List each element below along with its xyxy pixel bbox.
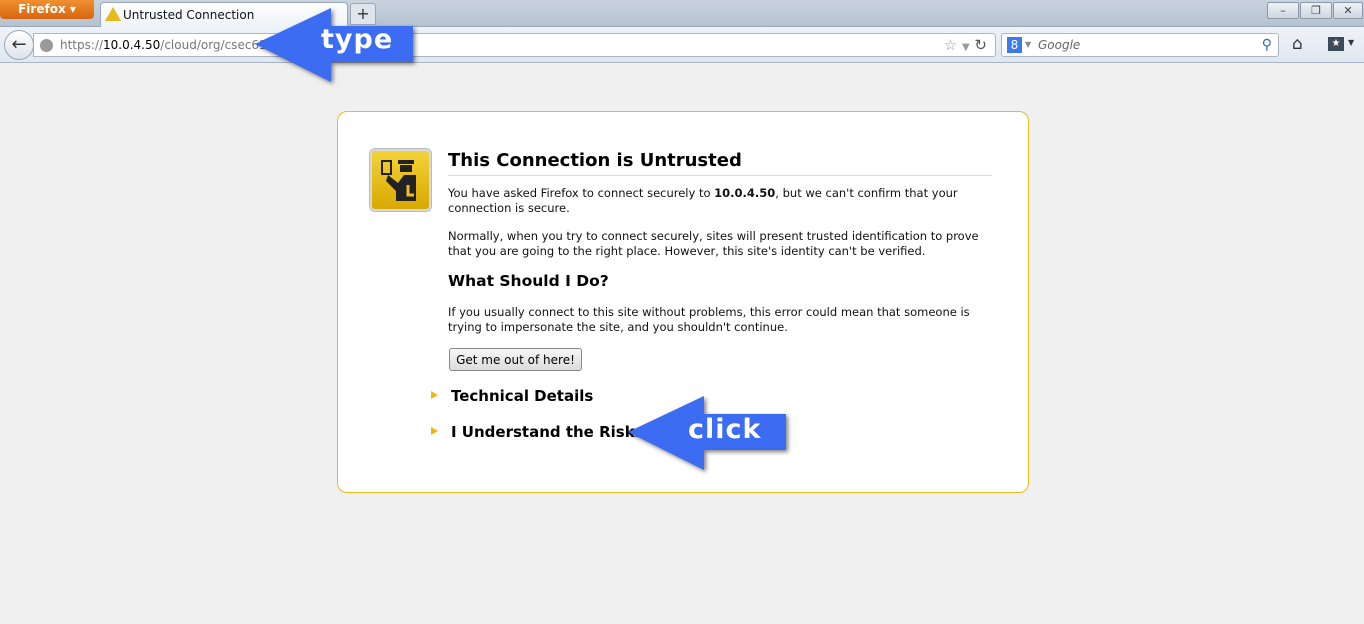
search-icon[interactable]: ⚲ (1262, 34, 1272, 56)
understand-risks-expander[interactable]: I Understand the Risks (431, 423, 644, 441)
tab-bar: Firefox ▾ Untrusted Connection + – ❐ ✕ (0, 0, 1364, 28)
expand-triangle-icon (431, 391, 438, 399)
restore-button[interactable]: ❐ (1300, 2, 1332, 19)
home-icon[interactable]: ⌂ (1292, 34, 1303, 54)
url-bar[interactable]: https://10.0.4.50/cloud/org/csec610 ☆ ▼ … (33, 33, 996, 57)
firefox-menu-button[interactable]: Firefox ▾ (0, 0, 94, 19)
warning-icon (105, 7, 121, 21)
bookmarks-icon[interactable]: ★ (1328, 37, 1344, 51)
google-icon[interactable]: 8 (1007, 37, 1022, 53)
tab-title: Untrusted Connection (123, 8, 255, 22)
bookmark-star-icon[interactable]: ☆ (944, 36, 957, 54)
section-heading: What Should I Do? (448, 272, 609, 290)
close-button[interactable]: ✕ (1333, 2, 1363, 19)
bookmarks-dropdown-icon[interactable]: ▼ (1348, 38, 1354, 47)
search-engine-dropdown-icon[interactable]: ▼ (1025, 34, 1031, 56)
type-label: type (321, 24, 394, 55)
expand-triangle-icon (431, 427, 438, 435)
nav-bar: https://10.0.4.50/cloud/org/csec610 ☆ ▼ … (0, 27, 1364, 63)
advice-paragraph: If you usually connect to this site with… (448, 305, 970, 334)
search-placeholder: Google (1038, 38, 1081, 52)
globe-icon (40, 39, 53, 52)
type-annotation-arrow: type (255, 6, 417, 84)
minimize-button[interactable]: – (1267, 2, 1299, 19)
history-dropdown-icon[interactable]: ▼ (962, 42, 970, 53)
get-me-out-button[interactable]: Get me out of here! (449, 348, 582, 371)
url-host: 10.0.4.50 (103, 38, 161, 52)
officer-icon (370, 149, 431, 211)
click-annotation-arrow: click (628, 394, 790, 472)
click-label: click (688, 414, 762, 445)
page-title: This Connection is Untrusted (448, 150, 992, 176)
explanation-paragraph: Normally, when you try to connect secure… (448, 229, 979, 258)
technical-details-expander[interactable]: Technical Details (431, 387, 593, 405)
intro-paragraph: You have asked Firefox to connect secure… (448, 186, 958, 215)
search-input[interactable]: 8 ▼ Google ⚲ (1001, 33, 1279, 57)
reload-icon[interactable]: ↻ (974, 36, 987, 54)
back-button[interactable]: ← (4, 30, 34, 60)
url-scheme: https:// (60, 38, 104, 52)
